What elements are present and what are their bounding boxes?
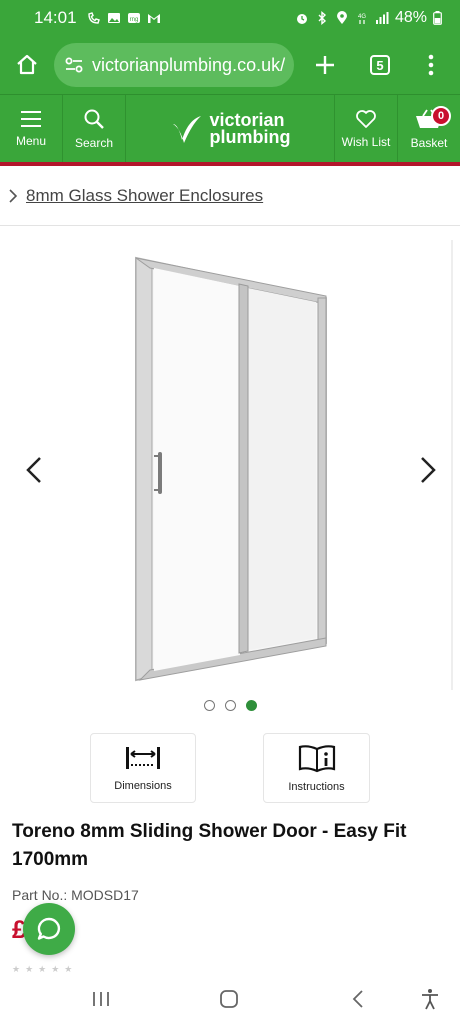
- browser-menu-button[interactable]: [406, 36, 456, 94]
- browser-toolbar: victorianplumbing.co.uk/ 5: [0, 36, 460, 94]
- svg-text:4G: 4G: [358, 14, 366, 20]
- dimensions-label: Dimensions: [114, 780, 172, 792]
- accessibility-button[interactable]: [415, 986, 445, 1012]
- breadcrumb-link[interactable]: 8mm Glass Shower Enclosures: [26, 186, 263, 206]
- gallery-dot-2[interactable]: [224, 700, 236, 711]
- battery-percent: 48%: [394, 9, 427, 26]
- heart-icon: [356, 110, 376, 128]
- dimensions-icon: [126, 747, 160, 769]
- basket-label: Basket: [410, 136, 448, 150]
- battery-icon: [433, 11, 442, 25]
- search-icon: [84, 109, 104, 129]
- instructions-button[interactable]: Instructions: [263, 733, 370, 803]
- bluetooth-icon: [318, 11, 327, 25]
- chat-button[interactable]: [23, 903, 75, 955]
- gallery-dots: [0, 700, 460, 711]
- gallery-icon: [107, 13, 120, 23]
- logo-v-icon: [172, 115, 201, 143]
- home-pill-icon: [220, 990, 238, 1008]
- home-icon: [17, 54, 37, 75]
- gallery-dot-3[interactable]: [245, 700, 257, 711]
- status-bar: 14:01 rng 4G 48%: [0, 0, 460, 36]
- basket-count-badge: 0: [431, 106, 451, 126]
- site-settings-icon[interactable]: [64, 56, 84, 74]
- tab-count: 5: [370, 55, 390, 75]
- search-button[interactable]: Search: [63, 95, 125, 163]
- badge-icon: rng: [127, 13, 140, 23]
- home-button[interactable]: [0, 36, 54, 94]
- rating-stars[interactable]: ★★★★★: [12, 964, 77, 975]
- svg-text:rng: rng: [129, 17, 138, 23]
- search-label: Search: [74, 136, 114, 150]
- hamburger-icon: [21, 111, 41, 127]
- chevron-right-icon: [9, 189, 18, 203]
- menu-label: Menu: [15, 134, 47, 148]
- divider: [0, 225, 460, 226]
- dimensions-button[interactable]: Dimensions: [90, 733, 196, 803]
- menu-button[interactable]: Menu: [0, 95, 62, 163]
- back-icon: [352, 990, 363, 1008]
- status-right: 4G 48%: [295, 9, 442, 27]
- recents-button[interactable]: [86, 986, 116, 1012]
- gallery-next-arrow[interactable]: [412, 455, 442, 485]
- site-logo[interactable]: victorian plumbing: [126, 95, 334, 162]
- plus-icon: [316, 56, 334, 74]
- location-icon: [336, 11, 347, 24]
- missed-call-icon: [87, 12, 100, 24]
- signal-icon: [375, 12, 389, 24]
- product-image-gallery[interactable]: [0, 240, 460, 700]
- header-accent-line: [0, 162, 460, 166]
- wishlist-label: Wish List: [341, 135, 391, 149]
- accessibility-icon: [422, 989, 438, 1010]
- basket-button[interactable]: 0 Basket: [398, 95, 460, 163]
- more-vert-icon: [428, 54, 434, 76]
- chat-bubble-icon: [37, 917, 61, 940]
- logo-line1: victorian: [209, 109, 285, 130]
- url-text: victorianplumbing.co.uk/: [92, 54, 286, 75]
- address-bar[interactable]: victorianplumbing.co.uk/: [54, 43, 294, 87]
- status-time: 14:01: [34, 8, 77, 27]
- product-title: Toreno 8mm Sliding Shower Door - Easy Fi…: [12, 821, 407, 870]
- new-tab-button[interactable]: [296, 36, 354, 94]
- wishlist-button[interactable]: Wish List: [335, 95, 397, 163]
- tab-switcher-button[interactable]: 5: [354, 36, 406, 94]
- logo-line2: plumbing: [209, 126, 291, 147]
- gallery-prev-arrow[interactable]: [20, 455, 50, 485]
- system-back-button[interactable]: [343, 986, 373, 1012]
- status-left-icons: rng: [87, 11, 161, 25]
- recents-icon: [93, 992, 109, 1006]
- network-4g-icon: 4G: [358, 14, 366, 24]
- instructions-label: Instructions: [288, 781, 345, 793]
- product-image[interactable]: [0, 240, 460, 700]
- breadcrumb: 8mm Glass Shower Enclosures: [0, 176, 460, 216]
- alarm-icon: [296, 14, 307, 24]
- instructions-icon: [298, 745, 335, 773]
- gallery-dot-1[interactable]: [203, 700, 215, 711]
- gmail-icon: [147, 14, 160, 23]
- site-header: Menu Search victorian plumbing Wish List…: [0, 94, 460, 163]
- system-home-button[interactable]: [214, 986, 244, 1012]
- part-number: Part No.: MODSD17: [12, 887, 139, 903]
